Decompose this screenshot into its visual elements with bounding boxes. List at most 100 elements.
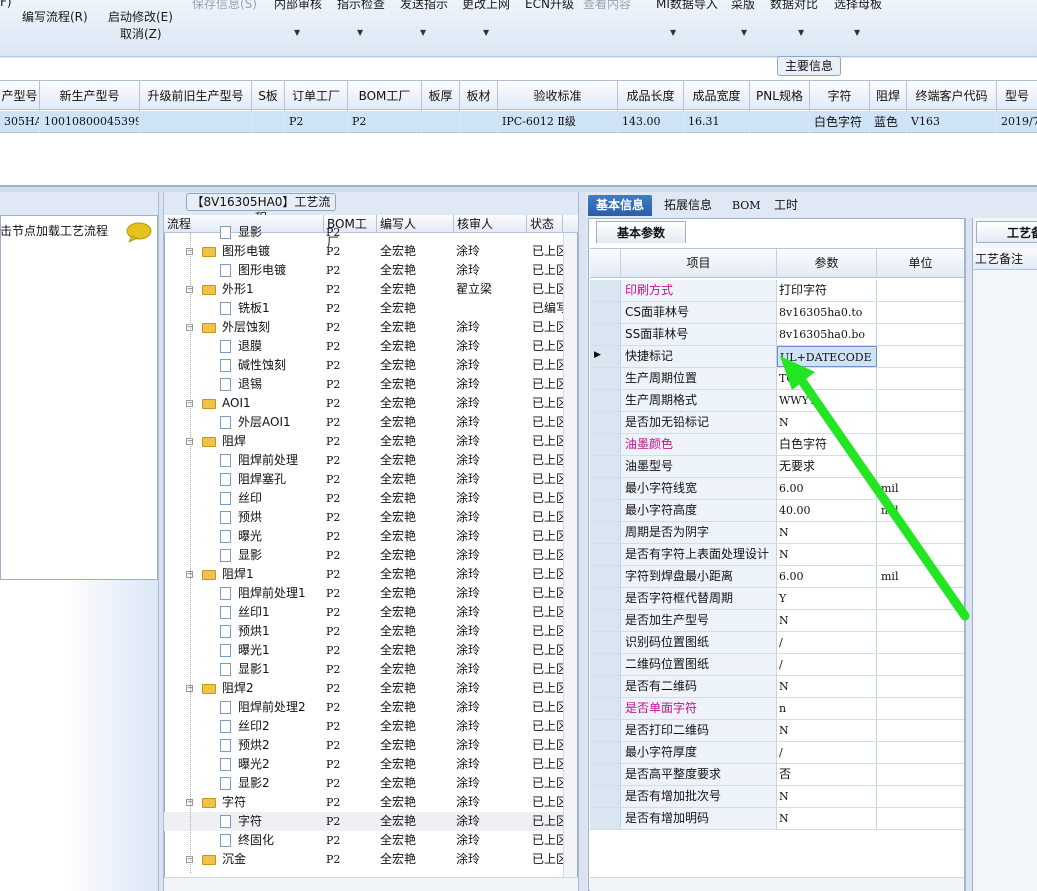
row-indicator[interactable] [590,654,621,675]
table-cell[interactable] [750,111,810,133]
tree-row[interactable]: 阻焊前处理1 P2 全宏艳 涂玲 已上区 [164,584,564,603]
tab-extended-info[interactable]: 拓展信息 [656,195,720,216]
table-row[interactable]: 305HA0 10010800045399 P2 P2 IPC-6012 Ⅱ级 … [0,111,1037,133]
table-cell[interactable]: P2 [348,111,422,133]
toolbar-item-0[interactable]: F) [0,0,12,9]
tree-row[interactable]: 字符 P2 全宏艳 涂玲 已上区 [164,812,564,831]
row-indicator[interactable] [590,786,621,807]
param-row[interactable]: 最小字符高度 40.00 mil [590,500,964,522]
tree-vertical-scrollbar[interactable] [563,233,577,877]
col-header[interactable]: 新生产型号 [40,81,140,111]
tree-row[interactable]: 终固化 P2 全宏艳 涂玲 已上区 [164,831,564,850]
table-cell[interactable]: 10010800045399 [40,111,140,133]
row-indicator[interactable] [590,588,621,609]
cancel-button[interactable]: 取消(Z) [120,25,162,42]
table-cell[interactable]: 305HA0 [0,111,40,133]
tree-row[interactable]: 显影1 P2 全宏艳 涂玲 已上区 [164,660,564,679]
param-row[interactable]: SS面菲林号 8v16305ha0.bo [590,324,964,346]
param-row[interactable]: 是否高平整度要求否 [590,764,964,786]
row-indicator[interactable] [590,412,621,433]
tree-row[interactable]: 预烘1 P2 全宏艳 涂玲 已上区 [164,622,564,641]
tree-row[interactable]: 丝印2 P2 全宏艳 涂玲 已上区 [164,717,564,736]
start-modify-button[interactable]: 启动修改(E) [108,8,173,25]
param-value[interactable]: N [777,808,877,829]
table-cell[interactable] [252,111,285,133]
chevron-down-icon[interactable]: ▼ [420,28,426,37]
row-indicator[interactable] [590,566,621,587]
param-value[interactable]: N [777,676,877,697]
chevron-down-icon[interactable]: ▼ [741,28,747,37]
chevron-down-icon[interactable]: ▼ [798,28,804,37]
send-indicator-button[interactable]: 发送指示 [400,0,448,12]
tree-row[interactable]: 铣板1 P2 全宏艳 已编写 [164,299,564,318]
tab-process-notes[interactable]: 工艺备 [976,221,1037,243]
tab-basic-info[interactable]: 基本信息 [588,195,653,216]
chevron-down-icon[interactable]: ▼ [854,28,860,37]
tree-row[interactable]: 曝光 P2 全宏艳 涂玲 已上区 [164,527,564,546]
param-row[interactable]: 是否单面字符 n [590,698,964,720]
col-header[interactable]: 型号 [997,81,1037,111]
mi-import-button[interactable]: MI数据导入 [656,0,718,12]
param-value[interactable]: 白色字符 [777,434,877,455]
table-cell[interactable]: 2019/7/ [997,111,1037,133]
col-header[interactable]: 板厚 [422,81,460,111]
col-header[interactable]: 参数 [777,249,877,278]
col-header[interactable]: 订单工厂 [285,81,348,111]
col-header[interactable]: 升级前旧生产型号 [140,81,252,111]
param-value[interactable]: WWYY [777,390,877,411]
param-row[interactable]: 是否字符框代替周期 Y [590,588,964,610]
col-header[interactable]: BOM工厂 [348,81,422,111]
save-info-button[interactable]: 保存信息(S) [192,0,257,12]
param-value[interactable]: 6.00 [777,566,877,587]
chevron-down-icon[interactable]: ▼ [357,28,363,37]
row-indicator[interactable] [590,280,621,301]
param-value[interactable]: 打印字符 [777,280,877,301]
param-row[interactable]: 是否打印二维码 N [590,720,964,742]
param-value[interactable]: 8v16305ha0.to [777,302,877,323]
col-header[interactable]: 阻焊 [870,81,907,111]
param-row[interactable]: 生产周期格式 WWYY [590,390,964,412]
param-row[interactable]: 是否加无铅标记 N [590,412,964,434]
row-indicator[interactable]: ▶ [590,346,621,367]
param-value[interactable]: TO [777,368,877,389]
param-value[interactable]: UL+DATECODE [777,346,877,367]
row-indicator[interactable] [590,698,621,719]
param-value[interactable]: 6.00 [777,478,877,499]
param-value[interactable]: 8v16305ha0.bo [777,324,877,345]
table-cell[interactable]: IPC-6012 Ⅱ级 [498,111,618,133]
tree-row[interactable]: 阻焊前处理2 P2 全宏艳 涂玲 已上区 [164,698,564,717]
param-value[interactable]: N [777,522,877,543]
col-header[interactable]: PNL规格 [750,81,810,111]
tree-row[interactable]: − 沉金 P2 全宏艳 涂玲 已上区 [164,850,564,869]
param-row[interactable]: 是否有增加批次号 N [590,786,964,808]
col-header[interactable]: 成品宽度 [684,81,750,111]
row-indicator[interactable] [590,544,621,565]
row-indicator[interactable] [590,522,621,543]
row-indicator[interactable] [590,610,621,631]
row-indicator[interactable] [590,434,621,455]
param-row[interactable]: 是否有增加明码 N [590,808,964,830]
param-row[interactable]: 最小字符线宽 6.00 mil [590,478,964,500]
speech-bubble-icon[interactable] [126,222,152,242]
tree-row[interactable]: − 字符 P2 全宏艳 涂玲 已上区 [164,793,564,812]
params-horizontal-scrollbar[interactable] [590,877,964,891]
tree-row[interactable]: 丝印 P2 全宏艳 涂玲 已上区 [164,489,564,508]
tree-row[interactable]: 阻焊前处理 P2 全宏艳 涂玲 已上区 [164,451,564,470]
tab-basic-params[interactable]: 基本参数 [596,221,686,243]
param-value[interactable]: 40.00 [777,500,877,521]
table-cell[interactable]: V163 [907,111,997,133]
chevron-down-icon[interactable]: ▼ [294,28,300,37]
param-row[interactable]: 周期是否为阴字 N [590,522,964,544]
indicator-check-button[interactable]: 指示检查 [337,0,385,12]
row-indicator[interactable] [590,742,621,763]
param-value[interactable]: N [777,544,877,565]
tree-row[interactable]: 碱性蚀刻 P2 全宏艳 涂玲 已上区 [164,356,564,375]
param-value[interactable]: / [777,654,877,675]
param-value[interactable]: N [777,720,877,741]
tree-row[interactable]: − AOI1 P2 全宏艳 涂玲 已上区 [164,394,564,413]
vertical-splitter[interactable] [965,218,972,891]
table-cell[interactable]: 蓝色 [870,111,907,133]
tree-row[interactable]: − 阻焊2 P2 全宏艳 涂玲 已上区 [164,679,564,698]
param-value[interactable]: Y [777,588,877,609]
table-cell[interactable]: 143.00 [618,111,684,133]
